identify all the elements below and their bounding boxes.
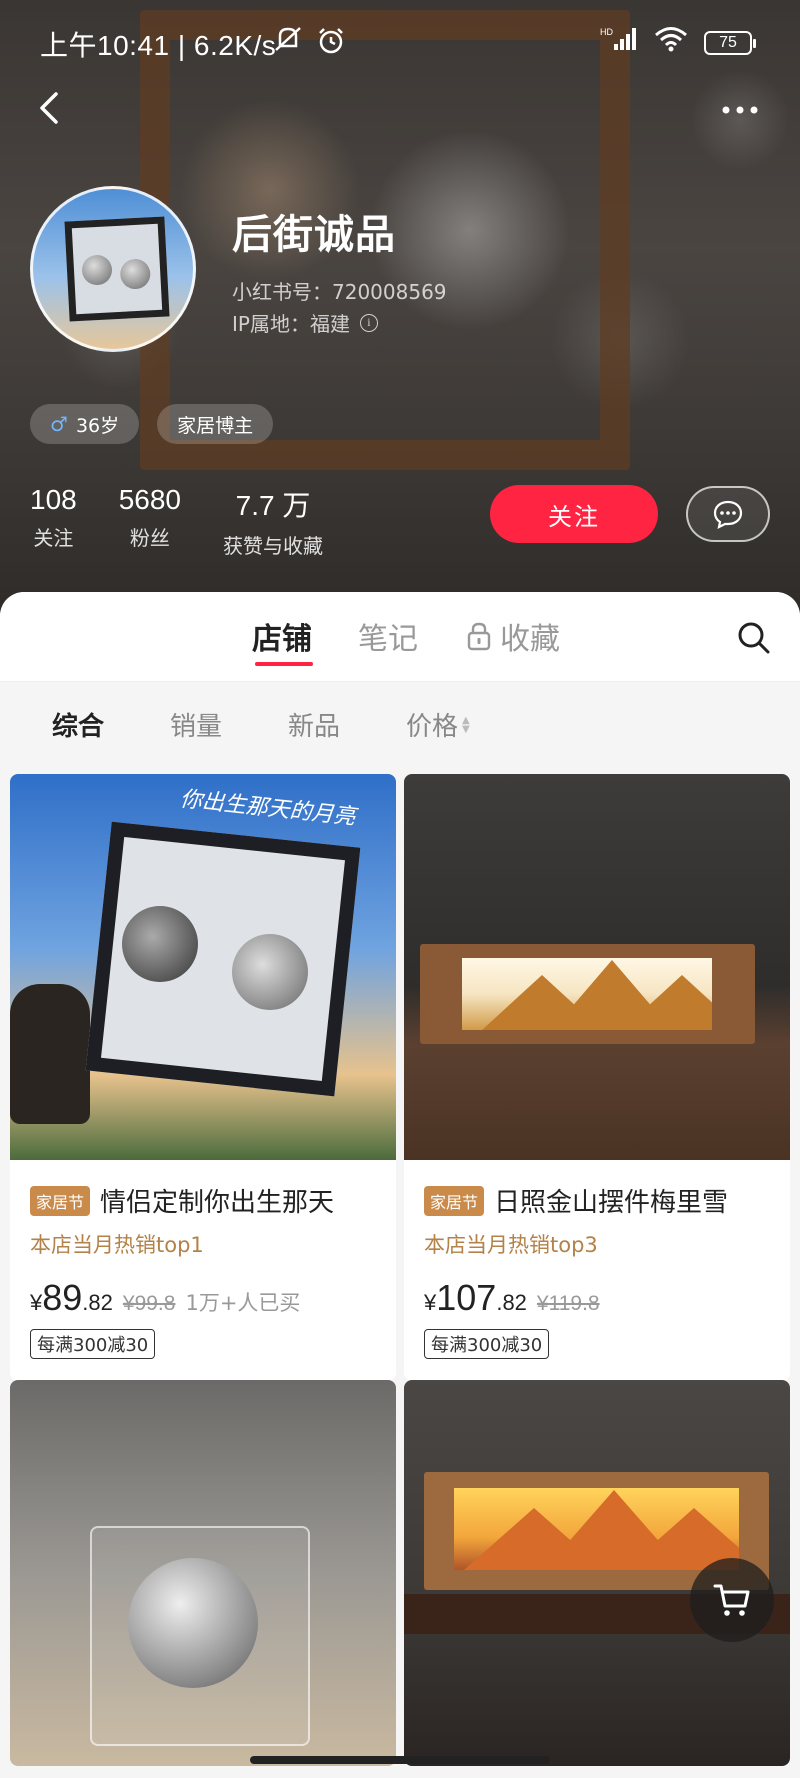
product-card[interactable]: 家居节 日照金山摆件梅里雪 本店当月热销top3 ¥107.82 ¥119.8 … [404, 774, 790, 1381]
active-tab-indicator [255, 662, 313, 666]
stat-label: 获赞与收藏 [223, 534, 324, 558]
profile-name: 后街诚品 [232, 212, 396, 258]
original-price: ¥119.8 [536, 1292, 600, 1315]
alarm-icon [316, 26, 346, 63]
mountain-shape [622, 975, 712, 1030]
mountain-scene-image [454, 1488, 739, 1570]
info-icon[interactable]: i [359, 313, 378, 332]
more-dots-icon [722, 106, 758, 114]
moon-image [119, 258, 152, 290]
home-indicator[interactable] [250, 1756, 550, 1764]
status-icons: HD 75 [600, 26, 756, 59]
product-image-caption: 你出生那天的月亮 [178, 786, 357, 831]
avatar-frame-image [64, 216, 170, 322]
filter-new[interactable]: 新品 [288, 706, 340, 743]
filter-label: 销量 [170, 712, 223, 742]
moon-image [232, 934, 308, 1010]
age-tag-label: 36岁 [75, 414, 120, 437]
profile-tags: ♂ 36岁 家居博主 [30, 404, 274, 444]
tab-store[interactable]: 店铺 [252, 614, 312, 658]
hot-sale-label: 本店当月热销top3 [424, 1233, 598, 1257]
product-price: ¥107.82 [424, 1277, 527, 1318]
sold-count: 1万+人已买 [185, 1291, 301, 1315]
tab-bar: 店铺 笔记 收藏 [0, 592, 800, 682]
filter-label: 价格 [406, 712, 459, 742]
product-image [404, 774, 790, 1160]
shopping-cart-icon [713, 1584, 750, 1616]
cart-button[interactable] [690, 1558, 774, 1642]
profile-ip-location: IP属地：福建 i [232, 308, 378, 337]
moon-image [122, 906, 198, 982]
filter-price[interactable]: 价格 ▲ ▼ [406, 706, 470, 743]
battery-icon: 75 [704, 30, 756, 55]
age-tag: ♂ 36岁 [30, 404, 140, 444]
product-info: 家居节 日照金山摆件梅里雪 本店当月热销top3 ¥107.82 ¥119.8 … [404, 1160, 790, 1381]
back-button[interactable] [28, 86, 72, 130]
content-sheet: 店铺 笔记 收藏 综合 销量 新品 价格 ▲ ▼ 你出生那天的月亮 家居节 情侣… [0, 592, 800, 1778]
tab-notes[interactable]: 笔记 [358, 614, 418, 658]
stat-value: 5680 [118, 484, 182, 515]
profile-stats: 108 关注 5680 粉丝 7.7 万 获赞与收藏 [30, 484, 365, 559]
tab-label: 笔记 [358, 622, 418, 657]
status-time: 上午10:41 | 6.2K/s [40, 30, 277, 61]
search-icon [738, 622, 770, 654]
hand-image [10, 984, 90, 1124]
category-tag: 家居博主 [157, 404, 274, 444]
sort-filter-bar: 综合 销量 新品 价格 ▲ ▼ [0, 682, 800, 762]
tab-label: 收藏 [500, 622, 560, 657]
avatar[interactable] [30, 186, 196, 352]
moon-image [81, 254, 113, 286]
price-row: ¥89.82 ¥99.8 1万+人已买 [30, 1277, 376, 1319]
wifi-icon [654, 26, 688, 59]
price-row: ¥107.82 ¥119.8 [424, 1277, 770, 1319]
message-button[interactable] [686, 486, 770, 542]
mountain-scene-image [462, 958, 712, 1030]
follow-button[interactable]: 关注 [490, 485, 658, 543]
product-title-row: 家居节 日照金山摆件梅里雪 [424, 1182, 770, 1219]
stat-following[interactable]: 108 关注 [30, 484, 77, 559]
promo-badge: 家居节 [30, 1185, 91, 1216]
stat-label: 关注 [33, 526, 74, 550]
product-title: 情侣定制你出生那天 [100, 1188, 335, 1218]
search-button[interactable] [736, 620, 772, 656]
product-image [10, 1380, 396, 1766]
category-tag-label: 家居博主 [177, 414, 254, 437]
lock-icon [467, 622, 491, 651]
hot-sale-label: 本店当月热销top1 [30, 1233, 204, 1257]
more-button[interactable] [710, 90, 770, 130]
sort-arrows-icon: ▲ ▼ [462, 714, 470, 735]
product-title: 日照金山摆件梅里雪 [494, 1188, 729, 1218]
stat-value: 108 [30, 484, 77, 515]
chevron-left-icon [40, 92, 58, 124]
product-price: ¥89.82 [30, 1277, 113, 1318]
coupon-tag: 每满300减30 [424, 1329, 550, 1359]
filter-label: 新品 [288, 712, 341, 742]
filter-label: 综合 [52, 712, 105, 742]
ip-location-text: IP属地：福建 [232, 312, 350, 336]
chat-bubble-icon [713, 500, 743, 529]
tab-collections[interactable]: 收藏 [466, 614, 560, 658]
mute-icon [272, 24, 304, 61]
stat-likes-collects[interactable]: 7.7 万 获赞与收藏 [223, 484, 323, 559]
promo-badge: 家居节 [424, 1185, 485, 1216]
profile-id: 小红书号：720008569 [232, 280, 447, 304]
original-price: ¥99.8 [122, 1292, 176, 1315]
product-title-row: 家居节 情侣定制你出生那天 [30, 1182, 376, 1219]
filter-sales[interactable]: 销量 [170, 706, 222, 743]
svg-text:HD: HD [600, 27, 613, 37]
product-card[interactable] [10, 1380, 396, 1766]
product-info: 家居节 情侣定制你出生那天 本店当月热销top1 ¥89.82 ¥99.8 1万… [10, 1160, 396, 1381]
signal-icon: HD [600, 26, 638, 59]
coupon-tag: 每满300减30 [30, 1329, 156, 1359]
moon-image [128, 1558, 258, 1688]
stat-value: 7.7 万 [235, 490, 311, 521]
male-icon: ♂ [50, 412, 68, 436]
stat-followers[interactable]: 5680 粉丝 [119, 484, 181, 559]
product-image: 你出生那天的月亮 [10, 774, 396, 1160]
stat-label: 粉丝 [129, 526, 170, 550]
status-bar: 上午10:41 | 6.2K/s HD 75 [0, 0, 800, 84]
filter-overall[interactable]: 综合 [52, 706, 104, 743]
tab-label: 店铺 [252, 622, 312, 657]
product-card[interactable]: 你出生那天的月亮 家居节 情侣定制你出生那天 本店当月热销top1 ¥89.82… [10, 774, 396, 1381]
